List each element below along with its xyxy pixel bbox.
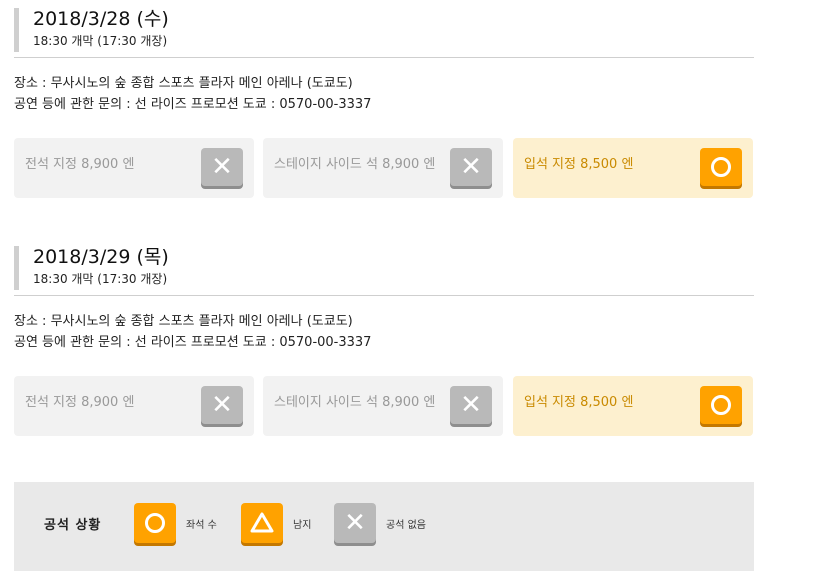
inquiry-text: 공연 등에 관한 문의 : 선 라이즈 프로모션 도쿄 : 0570-00-33… — [14, 335, 372, 350]
circle-icon-ring — [145, 513, 165, 533]
event-time: 18:30 개막 (17:30 개장) — [33, 272, 168, 286]
ticket-card-standing: 입석 지정 8,500 엔 — [513, 138, 753, 198]
ticket-card-all-reserved: 전석 지정 8,900 엔 ✕ — [14, 138, 254, 198]
circle-icon — [711, 395, 731, 415]
date-header: 2018/3/28 (수) 18:30 개막 (17:30 개장) — [14, 8, 754, 52]
ticket-label: 입석 지정 8,500 엔 — [524, 157, 634, 172]
x-icon: ✕ — [334, 503, 376, 543]
ticket-label: 스테이지 사이드 석 8,900 엔 — [274, 395, 436, 410]
ticket-cards: 전석 지정 8,900 엔 ✕ 스테이지 사이드 석 8,900 엔 ✕ 입석 … — [14, 138, 754, 198]
legend-label: 공석 없음 — [386, 520, 426, 531]
ticket-label: 전석 지정 8,900 엔 — [25, 395, 135, 410]
circle-icon — [711, 157, 731, 177]
event-info: 장소 : 무사시노의 숲 종합 스포츠 플라자 메인 아레나 (도쿄도) 공연 … — [14, 311, 371, 353]
ticket-card-stage-side: 스테이지 사이드 석 8,900 엔 ✕ — [263, 376, 503, 436]
ticket-card-all-reserved: 전석 지정 8,900 엔 ✕ — [14, 376, 254, 436]
divider — [14, 295, 754, 296]
event-info: 장소 : 무사시노의 숲 종합 스포츠 플라자 메인 아레나 (도쿄도) 공연 … — [14, 73, 371, 115]
event-2018-3-29: 2018/3/29 (목) 18:30 개막 (17:30 개장) 장소 : 무… — [14, 246, 754, 436]
ticket-label: 스테이지 사이드 석 8,900 엔 — [274, 157, 436, 172]
soldout-status-button[interactable]: ✕ — [450, 386, 492, 424]
available-status-button[interactable] — [700, 386, 742, 424]
ticket-label: 전석 지정 8,900 엔 — [25, 157, 135, 172]
soldout-status-button[interactable]: ✕ — [201, 148, 243, 186]
seat-status-legend: 공석 상황 좌석 수 남지 ✕ 공석 없음 — [14, 482, 754, 571]
event-time: 18:30 개막 (17:30 개장) — [33, 34, 168, 48]
x-icon: ✕ — [460, 152, 482, 182]
venue-text: 장소 : 무사시노의 숲 종합 스포츠 플라자 메인 아레나 (도쿄도) — [14, 314, 353, 329]
ticket-label: 입석 지정 8,500 엔 — [524, 395, 634, 410]
event-date: 2018/3/29 (목) — [33, 246, 169, 268]
inquiry-text: 공연 등에 관한 문의 : 선 라이즈 프로모션 도쿄 : 0570-00-33… — [14, 97, 372, 112]
event-2018-3-28: 2018/3/28 (수) 18:30 개막 (17:30 개장) 장소 : 무… — [14, 8, 754, 198]
date-header: 2018/3/29 (목) 18:30 개막 (17:30 개장) — [14, 246, 754, 290]
ticket-cards: 전석 지정 8,900 엔 ✕ 스테이지 사이드 석 8,900 엔 ✕ 입석 … — [14, 376, 754, 436]
ticket-card-standing: 입석 지정 8,500 엔 — [513, 376, 753, 436]
legend-label: 남지 — [293, 520, 312, 531]
x-icon: ✕ — [211, 390, 233, 420]
triangle-icon — [241, 503, 283, 543]
x-icon-glyph: ✕ — [344, 508, 366, 538]
legend-label: 좌석 수 — [186, 520, 217, 531]
soldout-status-button[interactable]: ✕ — [450, 148, 492, 186]
event-date: 2018/3/28 (수) — [33, 8, 169, 30]
x-icon: ✕ — [211, 152, 233, 182]
available-status-button[interactable] — [700, 148, 742, 186]
legend-title: 공석 상황 — [44, 518, 102, 533]
divider — [14, 57, 754, 58]
triangle-icon-shape — [250, 512, 274, 533]
ticket-card-stage-side: 스테이지 사이드 석 8,900 엔 ✕ — [263, 138, 503, 198]
venue-text: 장소 : 무사시노의 숲 종합 스포츠 플라자 메인 아레나 (도쿄도) — [14, 76, 353, 91]
x-icon: ✕ — [460, 390, 482, 420]
soldout-status-button[interactable]: ✕ — [201, 386, 243, 424]
circle-icon — [134, 503, 176, 543]
